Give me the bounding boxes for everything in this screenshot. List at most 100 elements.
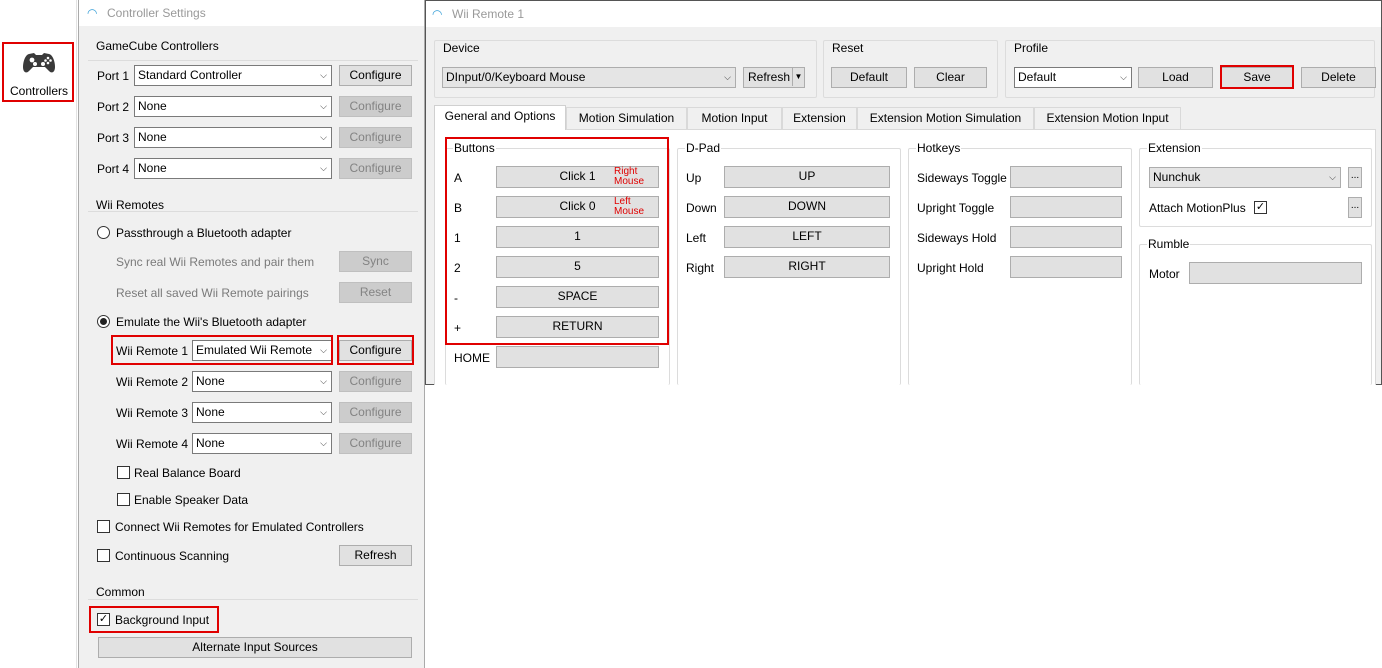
profile-select[interactable]: Default ⌵ <box>1014 67 1132 88</box>
hotkey-label: Upright Toggle <box>917 201 995 215</box>
scanning-checkbox[interactable] <box>97 549 110 562</box>
hotkey-mapping[interactable] <box>1010 166 1122 188</box>
device-heading: Device <box>442 41 481 55</box>
button-mapping[interactable]: SPACE <box>496 286 659 308</box>
gamecube-divider <box>88 60 418 61</box>
port-select[interactable]: Standard Controller ⌵ <box>134 65 332 86</box>
buttons-heading: Buttons <box>453 141 496 155</box>
chevron-down-icon: ⌵ <box>320 132 327 142</box>
button-mapping[interactable] <box>496 346 659 368</box>
configure-button[interactable]: Configure <box>339 65 412 86</box>
chevron-down-icon: ⌵ <box>320 438 327 448</box>
dpad-mapping[interactable]: LEFT <box>724 226 890 248</box>
dpad-mapping[interactable]: DOWN <box>724 196 890 218</box>
common-heading: Common <box>96 585 145 599</box>
passthrough-radio[interactable] <box>97 226 110 239</box>
tab-motion-input[interactable]: Motion Input <box>687 107 782 129</box>
save-button[interactable]: Save <box>1221 67 1293 88</box>
device-select[interactable]: DInput/0/Keyboard Mouse ⌵ <box>442 67 736 88</box>
extension-heading: Extension <box>1147 141 1202 155</box>
dolphin-logo-icon: ◠ <box>432 7 443 21</box>
port-select[interactable]: None ⌵ <box>134 158 332 179</box>
configure-button: Configure <box>339 402 412 423</box>
configure-button[interactable]: Configure <box>339 340 412 361</box>
background-input-label: Background Input <box>115 613 210 627</box>
default-button[interactable]: Default <box>831 67 907 88</box>
dolphin-logo-icon: ◠ <box>87 6 98 20</box>
dpad-label: Down <box>686 201 717 215</box>
button-mapping[interactable]: RETURN <box>496 316 659 338</box>
window-title: Controller Settings <box>107 6 206 20</box>
wii-remote-select[interactable]: None ⌵ <box>192 402 332 423</box>
motor-label: Motor <box>1149 267 1180 281</box>
speaker-label: Enable Speaker Data <box>134 493 249 507</box>
tab-extension-motion-input[interactable]: Extension Motion Input <box>1034 107 1181 129</box>
motionplus-label: Attach MotionPlus <box>1149 201 1246 215</box>
emulate-radio[interactable] <box>97 315 110 328</box>
button-label: HOME <box>454 351 490 365</box>
configure-button: Configure <box>339 96 412 117</box>
controller-settings-titlebar: ◠ Controller Settings <box>79 0 424 26</box>
wii-remote-select[interactable]: None ⌵ <box>192 433 332 454</box>
chevron-down-icon: ⌵ <box>320 407 327 417</box>
wii-remote-label: Wii Remote 4 <box>116 437 189 451</box>
button-label: - <box>454 291 458 305</box>
wii-remotes-heading: Wii Remotes <box>96 198 165 212</box>
extension-select[interactable]: Nunchuk ⌵ <box>1149 167 1341 188</box>
alternate-input-button[interactable]: Alternate Input Sources <box>98 637 412 658</box>
wii-remote-select[interactable]: Emulated Wii Remote ⌵ <box>192 340 332 361</box>
speaker-checkbox[interactable] <box>117 493 130 506</box>
dpad-mapping[interactable]: UP <box>724 166 890 188</box>
chevron-down-icon: ⌵ <box>1329 172 1336 182</box>
wii-remote-label: Wii Remote 2 <box>116 375 189 389</box>
chevron-down-icon: ⌵ <box>1120 72 1127 82</box>
balance-board-label: Real Balance Board <box>134 466 241 480</box>
delete-button[interactable]: Delete <box>1301 67 1376 88</box>
controllers-nav-item[interactable]: Controllers <box>3 42 73 102</box>
chevron-down-icon: ⌵ <box>320 70 327 80</box>
refresh-button[interactable]: Refresh <box>339 545 412 566</box>
motor-mapping[interactable] <box>1189 262 1362 284</box>
tab-extension[interactable]: Extension <box>782 107 857 129</box>
dpad-mapping[interactable]: RIGHT <box>724 256 890 278</box>
wii-remote-select[interactable]: None ⌵ <box>192 371 332 392</box>
hotkey-mapping[interactable] <box>1010 256 1122 278</box>
tab-motion-simulation[interactable]: Motion Simulation <box>566 107 687 129</box>
chevron-down-icon: ⌵ <box>724 72 731 82</box>
port-select[interactable]: None ⌵ <box>134 127 332 148</box>
configure-button: Configure <box>339 433 412 454</box>
hotkey-label: Sideways Hold <box>917 231 997 245</box>
port-label: Port 4 <box>97 162 130 176</box>
motionplus-checkbox[interactable]: ✓ <box>1254 201 1267 214</box>
hotkey-label: Upright Hold <box>917 261 984 275</box>
gamepad-icon <box>23 53 55 73</box>
button-mapping[interactable]: 5 <box>496 256 659 278</box>
profile-heading: Profile <box>1013 41 1050 55</box>
reset-pairings-label: Reset all saved Wii Remote pairings <box>116 286 309 300</box>
dpad-heading: D-Pad <box>685 141 722 155</box>
port-select[interactable]: None ⌵ <box>134 96 332 117</box>
clear-button[interactable]: Clear <box>914 67 987 88</box>
wii-remote-titlebar: ◠ Wii Remote 1 <box>426 1 1381 27</box>
tab-general-options[interactable]: General and Options <box>434 105 566 130</box>
button-mapping[interactable]: 1 <box>496 226 659 248</box>
hotkey-mapping[interactable] <box>1010 226 1122 248</box>
balance-board-checkbox[interactable] <box>117 466 130 479</box>
wii-divider <box>88 211 418 212</box>
tab-extension-motion-simulation[interactable]: Extension Motion Simulation <box>857 107 1034 129</box>
port-label: Port 2 <box>97 100 130 114</box>
button-label: A <box>454 171 463 185</box>
load-button[interactable]: Load <box>1138 67 1213 88</box>
motionplus-options-button[interactable]: ... <box>1348 197 1362 218</box>
gamecube-heading: GameCube Controllers <box>96 39 219 53</box>
extension-options-button[interactable]: ... <box>1348 167 1362 188</box>
chevron-down-icon: ⌵ <box>320 345 327 355</box>
configure-button: Configure <box>339 158 412 179</box>
device-refresh-button[interactable]: Refresh ▼ <box>743 67 805 88</box>
button-label: B <box>454 201 463 215</box>
background-input-checkbox[interactable]: ✓ <box>97 613 110 626</box>
port-label: Port 1 <box>97 69 130 83</box>
connect-checkbox[interactable] <box>97 520 110 533</box>
hotkey-mapping[interactable] <box>1010 196 1122 218</box>
hotkeys-heading: Hotkeys <box>916 141 962 155</box>
